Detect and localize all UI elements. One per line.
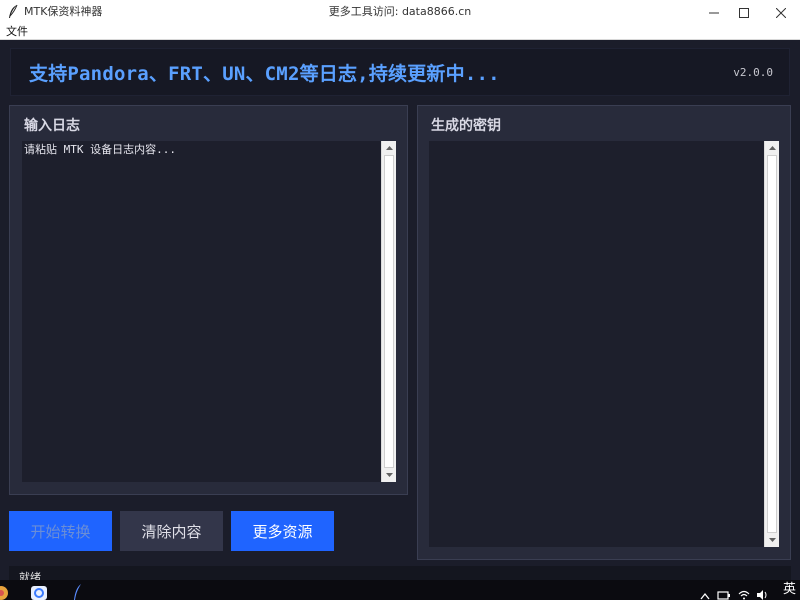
close-button[interactable] — [764, 0, 798, 25]
browser-icon[interactable] — [0, 584, 8, 600]
os-taskbar: 英 — [0, 580, 800, 600]
scroll-up-arrow-icon[interactable] — [382, 141, 396, 155]
title-bar[interactable]: MTK保资料神器 更多工具访问: data8866.cn — [0, 0, 800, 25]
version-label: v2.0.0 — [733, 66, 773, 79]
maximize-icon — [739, 7, 749, 18]
battery-icon[interactable] — [717, 585, 731, 600]
status-bar: 就绪 — [9, 566, 791, 584]
banner-title: 支持Pandora、FRT、UN、CM2等日志,持续更新中... — [29, 63, 500, 85]
log-input-textarea[interactable]: 请粘贴 MTK 设备日志内容... — [22, 141, 396, 482]
scrollbar-thumb[interactable] — [384, 155, 394, 468]
window-center-title: 更多工具访问: data8866.cn — [328, 5, 472, 18]
minimize-button[interactable] — [697, 0, 731, 25]
input-panel-title: 输入日志 — [24, 118, 80, 134]
scrollbar-thumb[interactable] — [767, 155, 777, 533]
menu-item-file[interactable]: 文件 — [6, 25, 28, 39]
input-log-panel: 输入日志 请粘贴 MTK 设备日志内容... — [9, 105, 408, 495]
menu-bar: 文件 — [0, 25, 800, 40]
maximize-button[interactable] — [727, 0, 761, 25]
output-panel-title: 生成的密钥 — [431, 118, 501, 134]
volume-icon[interactable] — [756, 585, 768, 600]
scroll-down-arrow-icon[interactable] — [382, 468, 396, 482]
header-banner: 支持Pandora、FRT、UN、CM2等日志,持续更新中... v2.0.0 — [10, 48, 790, 96]
app-launcher-icon[interactable] — [30, 584, 48, 600]
generated-key-panel: 生成的密钥 — [417, 105, 791, 560]
input-language-indicator[interactable]: 英 — [783, 583, 796, 597]
close-icon — [776, 7, 786, 18]
minimize-icon — [709, 12, 719, 13]
start-convert-button[interactable]: 开始转换 — [9, 511, 112, 551]
log-input-scrollbar[interactable] — [381, 141, 396, 482]
scroll-down-arrow-icon[interactable] — [765, 533, 779, 547]
key-output-textarea[interactable] — [429, 141, 779, 547]
scroll-up-arrow-icon[interactable] — [765, 141, 779, 155]
more-resources-button[interactable]: 更多资源 — [231, 511, 334, 551]
clear-content-button[interactable]: 清除内容 — [120, 511, 223, 551]
wifi-icon[interactable] — [738, 585, 750, 600]
key-output-scrollbar[interactable] — [764, 141, 779, 547]
chevron-up-icon[interactable] — [700, 585, 710, 600]
log-input-placeholder: 请粘贴 MTK 设备日志内容... — [24, 143, 176, 156]
feather-icon[interactable] — [72, 584, 82, 600]
